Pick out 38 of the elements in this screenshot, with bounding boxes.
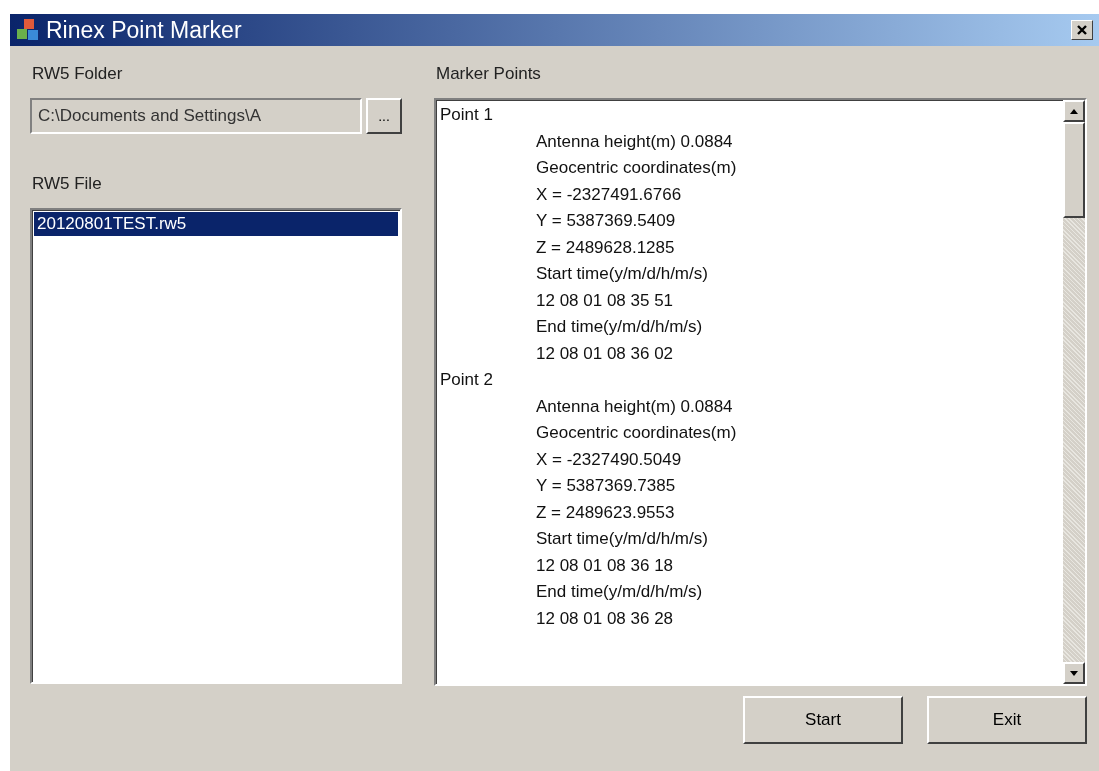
dialog-button[interactable]: Start xyxy=(743,696,903,744)
folder-path-field[interactable]: C:\Documents and Settings\A xyxy=(30,98,362,134)
close-button[interactable] xyxy=(1071,20,1093,40)
point-detail-line: 12 08 01 08 36 18 xyxy=(535,554,675,577)
close-icon xyxy=(1076,24,1088,36)
point-detail-line: X = -2327491.6766 xyxy=(535,183,683,206)
point-detail-line: X = -2327490.5049 xyxy=(535,448,683,471)
file-list-item[interactable]: 20120801TEST.rw5 xyxy=(34,212,398,236)
window-title: Rinex Point Marker xyxy=(46,16,243,44)
point-detail-line: Y = 5387369.5409 xyxy=(535,210,677,232)
point-detail-line: 12 08 01 08 36 02 xyxy=(535,342,675,365)
point-name: Point 1 xyxy=(440,104,494,126)
file-label: RW5 File xyxy=(32,174,103,194)
scroll-down-button[interactable] xyxy=(1063,662,1085,684)
point-detail-line: Antenna height(m) 0.0884 xyxy=(535,130,734,153)
point-name: Point 2 xyxy=(440,369,494,391)
scrollbar[interactable] xyxy=(1063,100,1085,684)
point-detail-line: Z = 2489628.1285 xyxy=(535,236,676,259)
app-icon xyxy=(16,18,40,42)
scroll-up-button[interactable] xyxy=(1063,100,1085,122)
point-detail-line: Geocentric coordinates(m) xyxy=(535,157,738,179)
folder-label: RW5 Folder xyxy=(32,64,124,84)
point-detail-line: Geocentric coordinates(m) xyxy=(535,422,738,444)
marker-points-label: Marker Points xyxy=(436,64,542,84)
point-detail-line: End time(y/m/d/h/m/s) xyxy=(535,581,704,603)
down-triangle-icon xyxy=(1070,670,1078,676)
up-triangle-icon xyxy=(1070,108,1078,114)
point-detail-line: Start time(y/m/d/h/m/s) xyxy=(535,263,709,285)
point-detail-line: Z = 2489623.9553 xyxy=(535,501,676,524)
dialog-button[interactable]: Exit xyxy=(927,696,1087,744)
point-detail-line: Start time(y/m/d/h/m/s) xyxy=(535,528,709,550)
point-detail-line: Y = 5387369.7385 xyxy=(535,475,677,497)
point-detail-line: 12 08 01 08 35 51 xyxy=(535,289,675,312)
point-detail-line: Antenna height(m) 0.0884 xyxy=(535,395,734,418)
point-detail-line: End time(y/m/d/h/m/s) xyxy=(535,316,704,338)
scroll-thumb[interactable] xyxy=(1063,122,1085,218)
browse-button[interactable]: ... xyxy=(366,98,402,134)
point-detail-line: 12 08 01 08 36 28 xyxy=(535,607,675,630)
